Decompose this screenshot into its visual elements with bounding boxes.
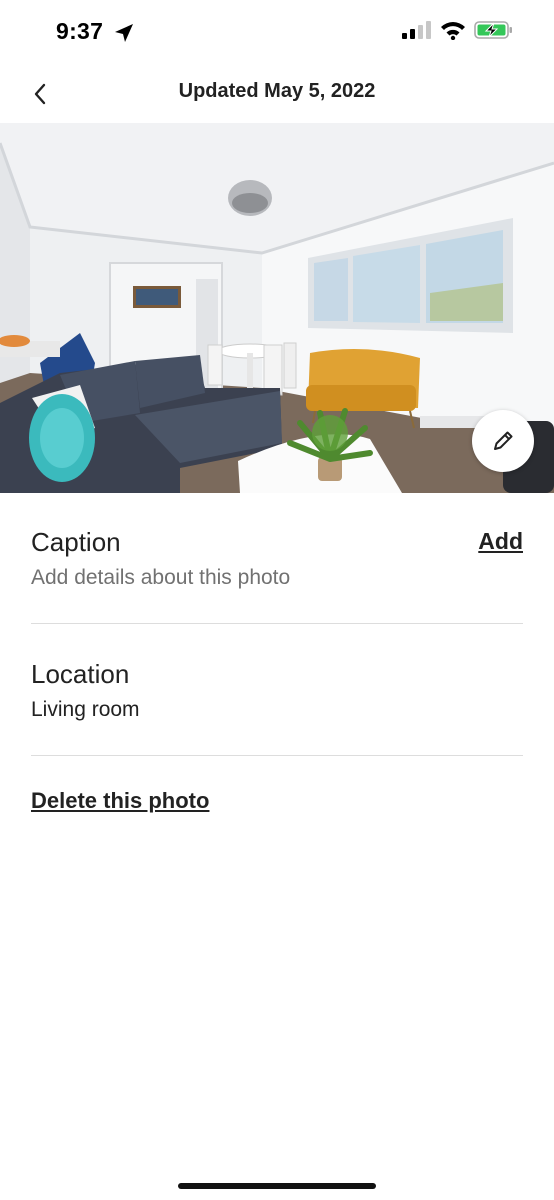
page-title: Updated May 5, 2022 xyxy=(178,80,376,102)
status-icons xyxy=(402,20,514,40)
pencil-icon xyxy=(494,431,513,450)
caption-title: Caption xyxy=(31,527,121,557)
status-time: 9:37 xyxy=(56,18,104,44)
caption-placeholder: Add details about this photo xyxy=(31,566,291,589)
status-bar: 9:37 xyxy=(0,0,554,64)
location-arrow-icon xyxy=(115,24,133,42)
listing-photo[interactable] xyxy=(0,123,554,493)
divider xyxy=(31,755,523,756)
battery-charging-icon xyxy=(474,21,512,39)
add-caption-button[interactable]: Add xyxy=(478,528,523,555)
living-room-photo xyxy=(0,123,554,493)
edit-photo-button[interactable] xyxy=(472,410,534,472)
wifi-icon xyxy=(441,22,465,40)
location-title: Location xyxy=(31,659,130,689)
home-indicator xyxy=(178,1183,376,1189)
location-value: Living room xyxy=(31,698,140,721)
divider xyxy=(31,623,523,624)
location-section[interactable]: Location Living room xyxy=(31,659,523,722)
caption-section: Caption Add details about this photo xyxy=(31,527,523,590)
delete-photo-button[interactable]: Delete this photo xyxy=(31,788,209,814)
cellular-signal-icon xyxy=(402,21,431,39)
nav-bar: Updated May 5, 2022 xyxy=(0,64,554,122)
